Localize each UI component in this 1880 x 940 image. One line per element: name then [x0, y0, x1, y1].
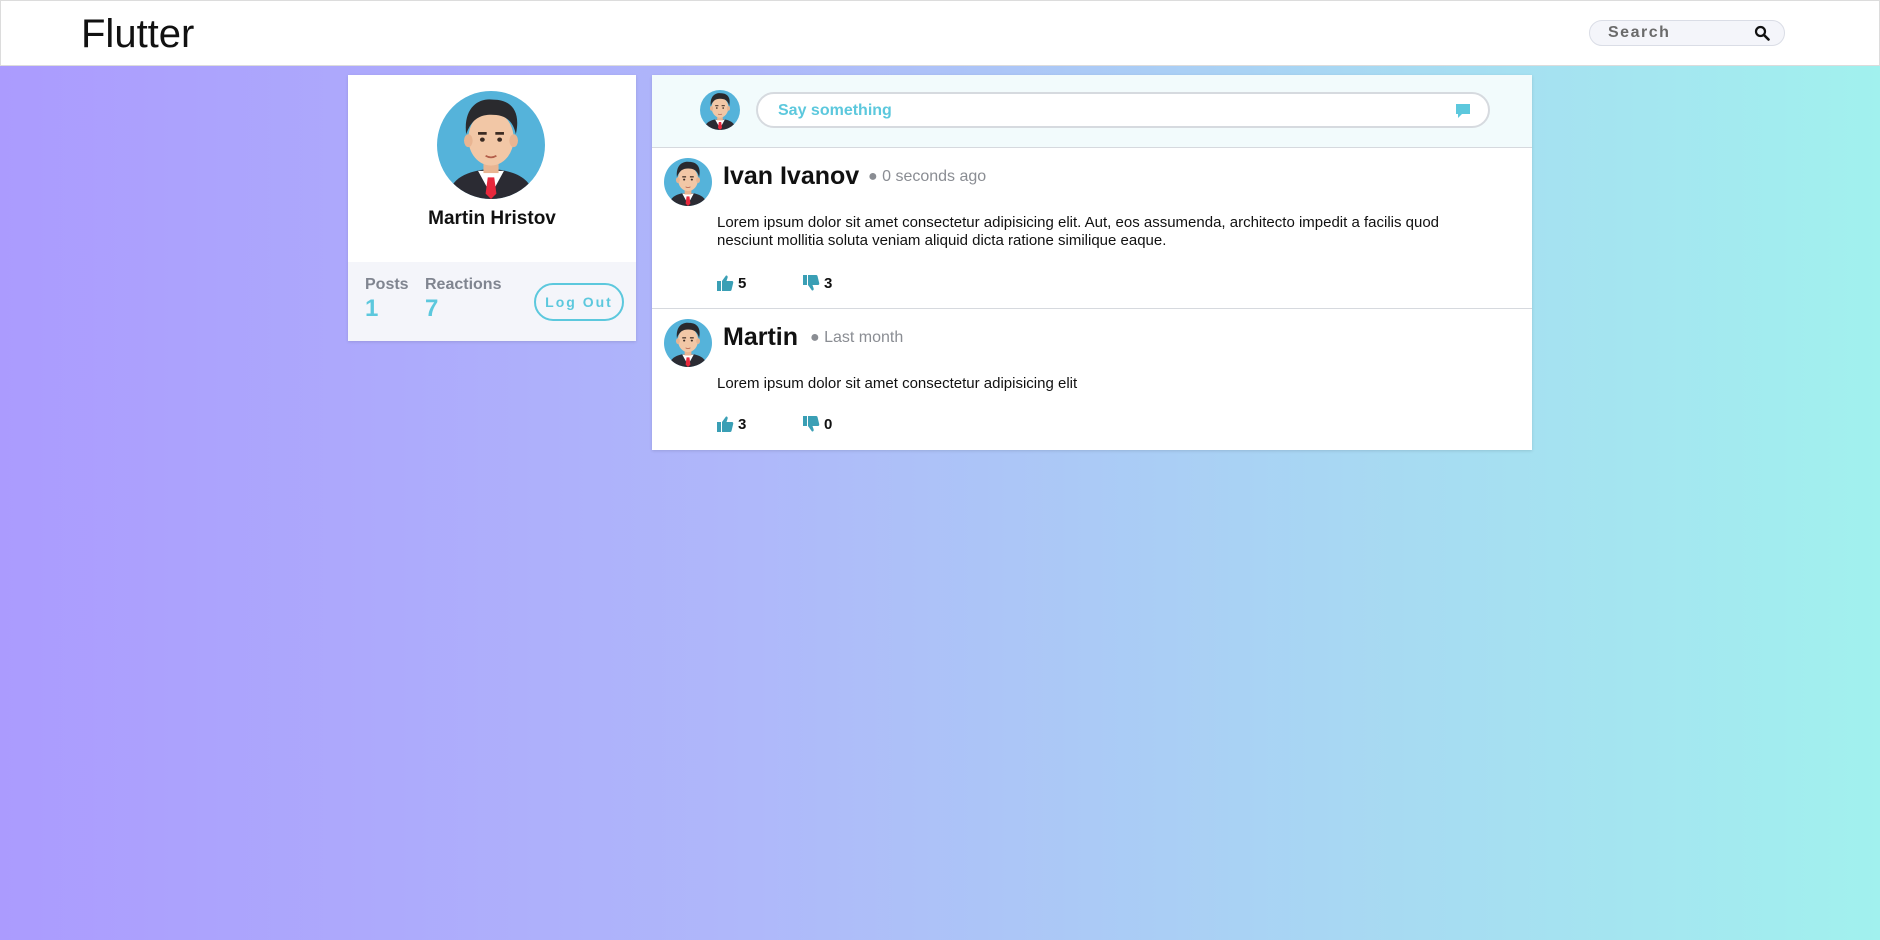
dislike-button[interactable]: 3	[802, 274, 832, 292]
profile-card: Martin Hristov Posts 1 Reactions 7 Log O…	[348, 75, 636, 341]
profile-name: Martin Hristov	[428, 208, 556, 229]
like-button[interactable]: 3	[716, 415, 746, 433]
reactions-stat: Reactions 7	[425, 276, 501, 322]
profile-stats: Posts 1 Reactions 7 Log Out	[348, 262, 636, 341]
post-body: Lorem ipsum dolor sit amet consectetur a…	[717, 375, 1078, 392]
thumbs-up-icon	[717, 416, 734, 432]
posts-stat: Posts 1	[365, 276, 409, 322]
post-author[interactable]: Ivan Ivanov	[723, 162, 859, 191]
post-author-avatar[interactable]	[664, 158, 712, 206]
comment-icon[interactable]	[1454, 102, 1472, 120]
composer-avatar	[700, 90, 740, 130]
composer-field[interactable]	[756, 92, 1490, 128]
thumbs-down-icon	[803, 416, 820, 432]
post-author-avatar[interactable]	[664, 319, 712, 367]
reactions-label: Reactions	[425, 276, 502, 293]
post-item: Ivan Ivanov ● 0 seconds ago Lorem ipsum …	[652, 148, 1532, 309]
like-count: 5	[738, 274, 747, 292]
top-navbar: Flutter	[0, 0, 1880, 66]
search-box[interactable]	[1589, 20, 1785, 46]
search-icon[interactable]	[1754, 25, 1770, 41]
post-author[interactable]: Martin	[723, 323, 798, 352]
post-feed: Ivan Ivanov ● 0 seconds ago Lorem ipsum …	[652, 75, 1532, 450]
composer-input[interactable]	[778, 101, 1418, 121]
reactions-count: 7	[425, 295, 439, 322]
post-timestamp: ● Last month	[810, 329, 904, 346]
posts-count: 1	[365, 295, 379, 322]
dislike-button[interactable]: 0	[802, 415, 832, 433]
dislike-count: 3	[824, 274, 833, 292]
posts-label: Posts	[365, 276, 409, 293]
logout-button[interactable]: Log Out	[534, 283, 624, 321]
profile-avatar[interactable]	[437, 91, 545, 199]
thumbs-down-icon	[803, 275, 820, 291]
post-item: Martin ● Last month Lorem ipsum dolor si…	[652, 309, 1532, 450]
post-body: Lorem ipsum dolor sit amet consectetur a…	[717, 214, 1440, 249]
like-button[interactable]: 5	[716, 274, 746, 292]
search-input[interactable]	[1608, 24, 1748, 42]
post-timestamp: ● 0 seconds ago	[868, 168, 987, 185]
like-count: 3	[738, 415, 747, 433]
brand-logo[interactable]: Flutter	[81, 11, 194, 57]
thumbs-up-icon	[717, 275, 734, 291]
dislike-count: 0	[824, 415, 833, 433]
post-composer	[652, 75, 1532, 148]
